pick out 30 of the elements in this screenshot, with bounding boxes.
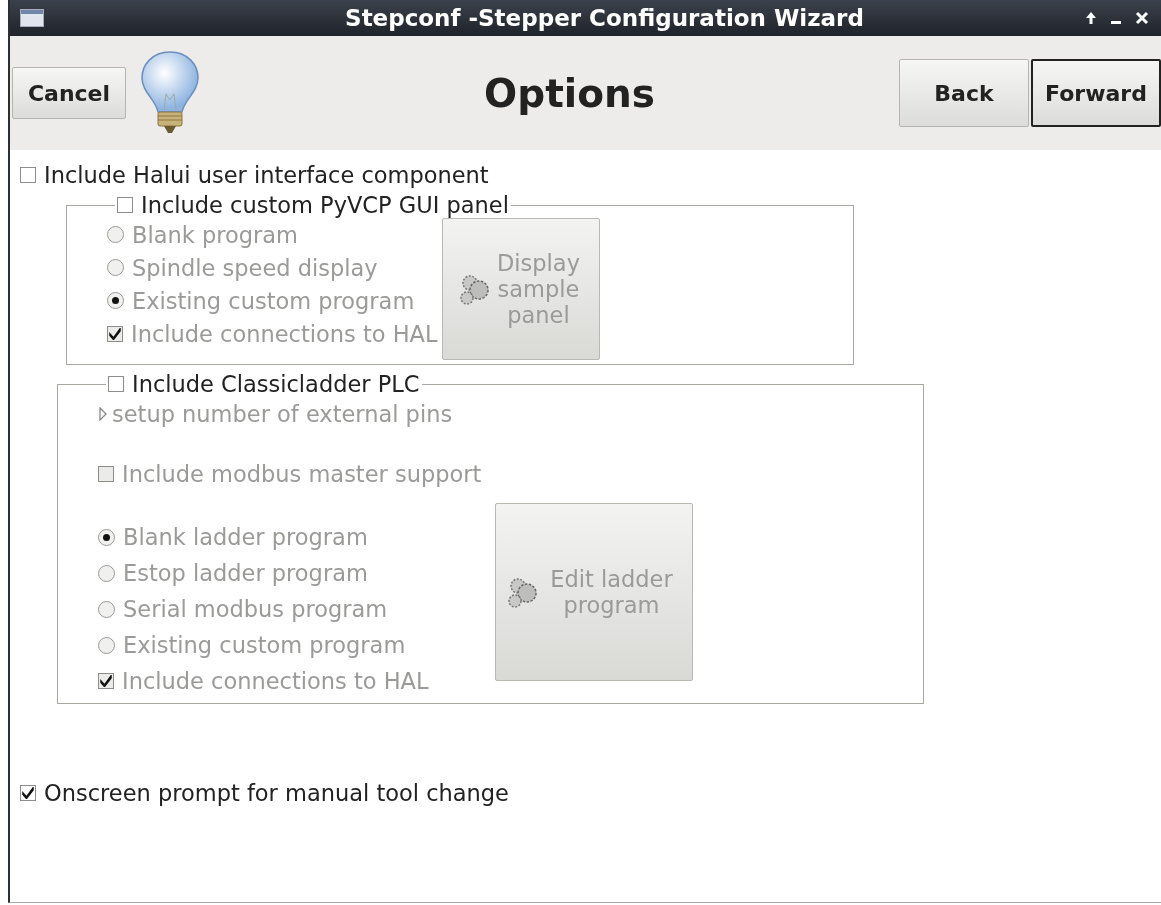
radio-label: Spindle speed display — [132, 254, 378, 281]
checkbox[interactable] — [20, 785, 36, 801]
window-title: Stepconf -Stepper Configuration Wizard — [344, 5, 865, 31]
minimize-icon[interactable] — [1111, 20, 1121, 24]
page-title: Options — [483, 70, 656, 116]
gears-icon — [457, 272, 492, 306]
nav-button[interactable]: Forward — [1031, 59, 1161, 127]
checkbox-label: Include custom PyVCP GUI panel — [141, 192, 509, 218]
radio-label: Blank ladder program — [123, 524, 368, 550]
maximize-arrow-icon[interactable] — [1085, 11, 1097, 25]
checkbox-label: Onscreen prompt for manual tool change — [44, 780, 509, 806]
close-icon[interactable] — [1135, 11, 1149, 25]
checkbox-label: Include modbus master support — [122, 461, 482, 487]
radio-label: Existing custom program — [132, 287, 415, 314]
checkbox-label: Include connections to HAL — [122, 668, 429, 694]
radio-label: Estop ladder program — [123, 560, 368, 586]
checkbox-label: Include Classicladder PLC — [132, 371, 420, 397]
checkbox[interactable] — [108, 376, 124, 392]
checkbox-label: Include connections to HAL — [131, 320, 438, 347]
checkbox-label: Include Halui user interface component — [44, 162, 489, 188]
checkbox[interactable] — [117, 197, 133, 213]
gears-icon — [505, 575, 540, 609]
checkbox[interactable] — [20, 167, 36, 183]
radio-label: Serial modbus program — [123, 596, 388, 622]
window-icon — [20, 9, 44, 27]
cancel-button[interactable]: Cancel — [12, 67, 126, 119]
nav-button[interactable]: Back — [899, 59, 1029, 127]
radio-label: Existing custom program — [123, 632, 406, 658]
light-bulb-icon — [138, 50, 202, 136]
radio-label: Blank program — [132, 221, 298, 248]
